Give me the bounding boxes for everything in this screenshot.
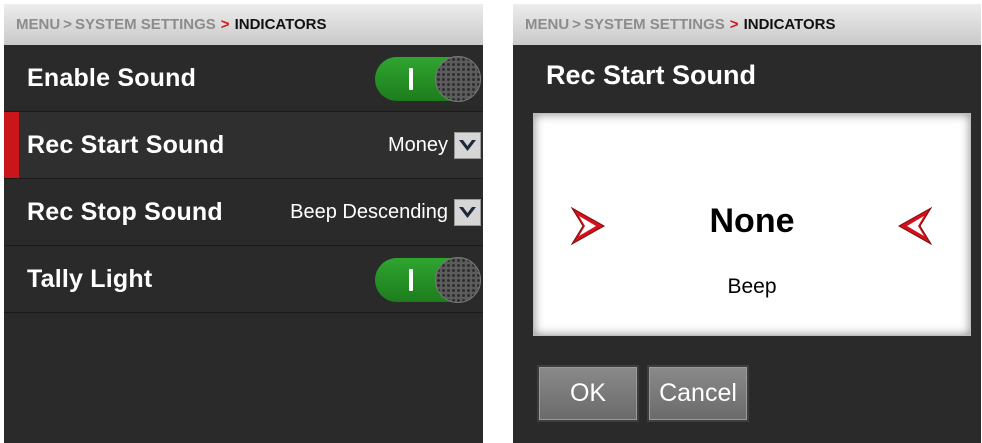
breadcrumb-system-settings[interactable]: SYSTEM SETTINGS [584,16,725,33]
rec-stop-sound-dropdown[interactable]: Beep Descending [290,199,481,226]
enable-sound-toggle[interactable] [375,56,481,102]
breadcrumb-menu[interactable]: MENU [525,16,569,33]
menu-row-enable-sound[interactable]: Enable Sound [4,45,483,112]
dropdown-value: Beep Descending [290,201,448,223]
cancel-button[interactable]: Cancel [647,365,749,422]
breadcrumb-current: INDICATORS [234,16,327,33]
indicators-menu-panel: MENU > SYSTEM SETTINGS > INDICATORS Enab… [4,4,483,443]
menu-row-label: Rec Start Sound [27,130,225,159]
tally-light-toggle[interactable] [375,257,481,303]
selection-marker [4,112,19,178]
rec-start-sound-dialog-panel: MENU > SYSTEM SETTINGS > INDICATORS Rec … [513,4,981,443]
dialog-title: Rec Start Sound [546,60,757,90]
dropdown-value: Money [387,134,448,156]
breadcrumb-separator: > [63,16,72,33]
breadcrumb-menu[interactable]: MENU [16,16,60,33]
breadcrumb: MENU > SYSTEM SETTINGS > INDICATORS [4,4,483,45]
menu-row-label: Tally Light [27,264,153,293]
next-option[interactable]: Beep [534,275,970,299]
menu-row-label: Enable Sound [27,63,197,92]
chevron-down-icon[interactable] [454,199,481,226]
menu-row-rec-start-sound[interactable]: Rec Start Sound Money [4,112,483,179]
ok-button[interactable]: OK [537,365,639,422]
menu-row-rec-stop-sound[interactable]: Rec Stop Sound Beep Descending [4,179,483,246]
breadcrumb-separator-active: > [729,16,739,33]
toggle-on-indicator [409,269,413,291]
breadcrumb-separator: > [572,16,581,33]
menu-row-tally-light[interactable]: Tally Light [4,246,483,313]
breadcrumb: MENU > SYSTEM SETTINGS > INDICATORS [513,4,981,45]
rec-start-sound-dropdown[interactable]: Money [388,132,481,159]
arrow-left-icon[interactable] [896,204,934,248]
option-picker[interactable]: None Beep [533,113,971,336]
chevron-down-icon[interactable] [454,132,481,159]
breadcrumb-current: INDICATORS [743,16,836,33]
toggle-knob[interactable] [435,257,481,303]
breadcrumb-system-settings[interactable]: SYSTEM SETTINGS [75,16,216,33]
toggle-knob[interactable] [435,56,481,102]
menu-row-label: Rec Stop Sound [27,197,223,226]
toggle-on-indicator [409,68,413,90]
breadcrumb-separator-active: > [220,16,230,33]
